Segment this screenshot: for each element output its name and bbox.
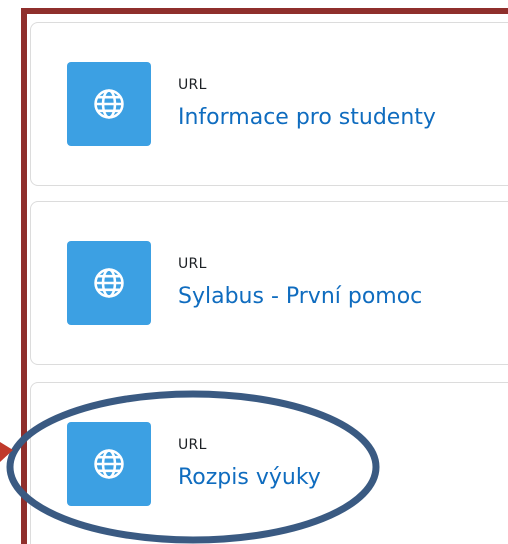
activity-card: URL Informace pro studenty xyxy=(30,22,508,186)
activity-card: URL Rozpis výuky xyxy=(30,382,508,544)
activity-type-label: URL xyxy=(178,437,207,453)
activity-type-label: URL xyxy=(178,77,207,93)
globe-icon xyxy=(94,268,124,298)
activity-card: URL Sylabus - První pomoc xyxy=(30,201,508,365)
activity-icon-tile xyxy=(67,422,151,506)
activity-title[interactable]: Informace pro studenty xyxy=(178,105,436,130)
activity-link-informace-pro-studenty[interactable]: URL Informace pro studenty xyxy=(31,23,508,185)
activity-link-sylabus-prvni-pomoc[interactable]: URL Sylabus - První pomoc xyxy=(31,202,508,364)
activity-type-label: URL xyxy=(178,256,207,272)
activity-icon-tile xyxy=(67,62,151,146)
globe-icon xyxy=(94,89,124,119)
activity-link-rozpis-vyuky[interactable]: URL Rozpis výuky xyxy=(31,383,508,544)
activity-title[interactable]: Sylabus - První pomoc xyxy=(178,284,422,309)
activity-title[interactable]: Rozpis výuky xyxy=(178,465,321,490)
globe-icon xyxy=(94,449,124,479)
course-page: URL Informace pro studenty URL Sylabus -… xyxy=(0,0,508,544)
annotation-arrow-icon xyxy=(0,442,13,462)
activity-icon-tile xyxy=(67,241,151,325)
